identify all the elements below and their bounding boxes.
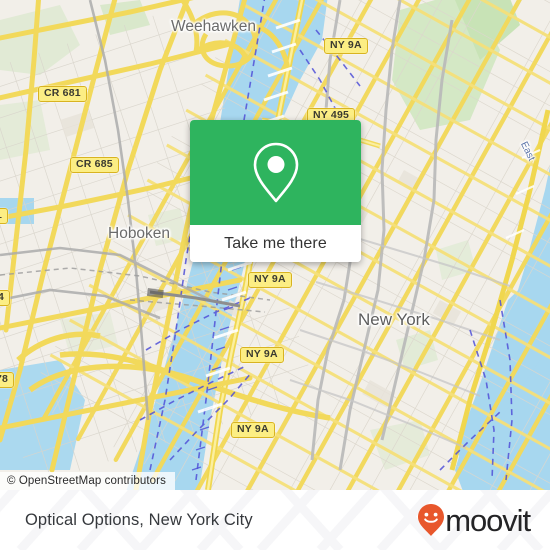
callout-icon-area bbox=[190, 120, 361, 225]
screenshot-root: Weehawken Hoboken New York East CR 681 C… bbox=[0, 0, 550, 550]
moovit-wordmark: moovit bbox=[445, 502, 531, 538]
highway-shield-44: 44 bbox=[0, 290, 11, 306]
highway-shield-cr-685: CR 685 bbox=[70, 157, 119, 173]
location-callout-card[interactable]: Take me there bbox=[190, 120, 361, 262]
location-pin-icon bbox=[253, 142, 298, 202]
map-attribution[interactable]: © OpenStreetMap contributors bbox=[0, 472, 175, 490]
moovit-pin-smiley-icon bbox=[418, 504, 445, 536]
footer-bar: Optical Options, New York City moovit bbox=[0, 490, 550, 550]
highway-shield-cr-681: CR 681 bbox=[38, 86, 87, 102]
highway-shield-ny-9a-4: NY 9A bbox=[231, 422, 275, 438]
highway-shield-ny-9a-3: NY 9A bbox=[240, 347, 284, 363]
highway-shield-ny-9a-1: NY 9A bbox=[324, 38, 368, 54]
highway-shield-ny-9a-2: NY 9A bbox=[248, 272, 292, 288]
take-me-there-label: Take me there bbox=[224, 234, 327, 252]
highway-shield-1: 1 bbox=[0, 208, 9, 224]
moovit-logo[interactable]: moovit bbox=[416, 490, 532, 550]
page-title: Optical Options, New York City bbox=[25, 510, 253, 529]
highway-shield-78: 78 bbox=[0, 372, 15, 388]
callout-action-area[interactable]: Take me there bbox=[190, 225, 361, 262]
